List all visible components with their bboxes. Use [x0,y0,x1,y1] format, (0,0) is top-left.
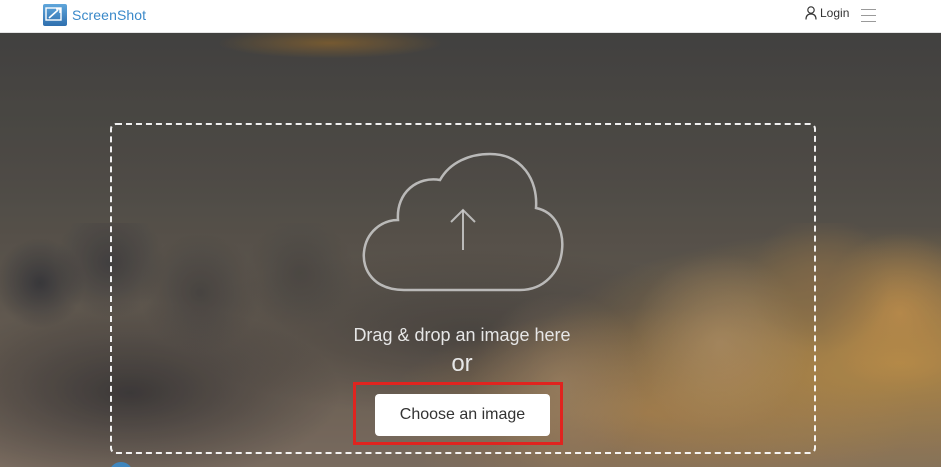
login-label: Login [820,6,850,20]
top-bar: ScreenShot Login [0,0,941,33]
cloud-upload-icon [362,152,564,292]
screenshot-logo-icon [43,4,67,26]
user-icon [805,6,817,20]
logo-text: ScreenShot [72,7,147,23]
login-link[interactable]: Login [805,6,849,20]
drag-drop-instruction: Drag & drop an image here [353,325,571,345]
hamburger-menu-icon[interactable] [861,9,876,23]
choose-image-button[interactable]: Choose an image [375,394,550,436]
or-separator: or [451,350,473,377]
page: ScreenShot Login Drag & drop an image he… [0,0,941,467]
logo[interactable]: ScreenShot [43,4,146,26]
